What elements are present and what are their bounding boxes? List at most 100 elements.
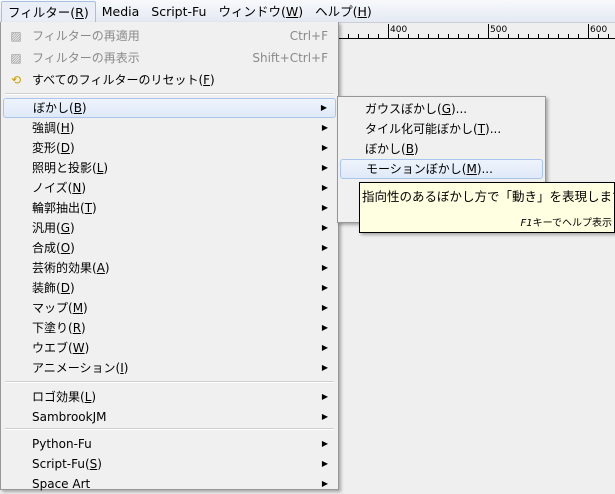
- menu-item[interactable]: Script-Fu(S) ▶: [3, 454, 336, 474]
- menu-item[interactable]: タイル化可能ぼかし(T)...: [340, 119, 543, 139]
- menu-item[interactable]: 照明と投影(L) ▶: [3, 158, 336, 178]
- ruler-tick: [518, 34, 519, 38]
- shortcut: Ctrl+F: [289, 29, 328, 43]
- item-label: モーションぼかし(: [366, 162, 467, 176]
- submenu-arrow-icon: ▶: [321, 243, 328, 252]
- mnemonic-key: G: [60, 221, 70, 235]
- menu-item[interactable]: 下塗り(R) ▶: [3, 318, 336, 338]
- submenu-arrow-icon: ▶: [321, 323, 328, 332]
- menu-item[interactable]: 芸術的効果(A) ▶: [3, 258, 336, 278]
- menu-item[interactable]: 変形(D) ▶: [3, 138, 336, 158]
- shortcut: Shift+Ctrl+F: [252, 51, 328, 65]
- menu-item[interactable]: ノイズ(N) ▶: [3, 178, 336, 198]
- menu-item[interactable]: ぼかし(B) ▶: [3, 98, 336, 118]
- item-label-end: ): [81, 101, 87, 115]
- item-label-end: ): [298, 3, 304, 19]
- menubar-item-3[interactable]: ウィンドウ(W): [212, 1, 309, 22]
- menubar-item-2[interactable]: Script-Fu: [145, 1, 212, 22]
- menu-item[interactable]: 強調(H) ▶: [3, 118, 336, 138]
- item-label-end: ): [97, 457, 102, 471]
- menu-item[interactable]: 汎用(G) ▶: [3, 218, 336, 238]
- mnemonic-key: M: [72, 301, 84, 315]
- submenu-arrow-icon: ▶: [321, 412, 328, 421]
- menubar-item-0[interactable]: フィルター(R): [1, 0, 96, 22]
- menu-item[interactable]: 輪郭抽出(T) ▶: [3, 198, 336, 218]
- ruler-tick: [508, 34, 509, 38]
- mnemonic-key: B: [405, 142, 414, 156]
- menu-item[interactable]: 装飾(D) ▶: [3, 278, 336, 298]
- menu-item[interactable]: モーションぼかし(M)...: [340, 159, 543, 179]
- item-label: ノイズ(: [32, 181, 73, 195]
- ruler-tick: [378, 34, 379, 38]
- item-label-end: ): [123, 361, 129, 375]
- filters-menu: ▨ フィルターの再適用 Ctrl+F ▨ フィルターの再表示 Shift+Ctrl+F ⟲ す…: [0, 22, 339, 491]
- ruler-tick: [458, 34, 459, 38]
- ruler-tick: [478, 34, 479, 38]
- item-label-end: ): [69, 281, 75, 295]
- mnemonic-key: D: [60, 141, 70, 155]
- submenu-arrow-icon: ▶: [321, 223, 328, 232]
- item-label: マップ(: [32, 301, 73, 315]
- item-label: ぼかし(: [365, 142, 406, 156]
- item-label: 芸術的効果(: [32, 261, 97, 275]
- item-label: Space Art: [32, 477, 91, 491]
- menu-item[interactable]: 合成(O) ▶: [3, 238, 336, 258]
- ruler-tick: [558, 34, 559, 38]
- item-label: ぼかし(: [33, 101, 74, 115]
- menu-separator: [5, 381, 334, 383]
- ruler-tick: [568, 34, 569, 38]
- menu-item[interactable]: ガウスぼかし(G)...: [340, 99, 543, 119]
- ruler-label: 500: [490, 25, 508, 35]
- item-label: 輪郭抽出(: [32, 201, 85, 215]
- mnemonic-key: D: [60, 281, 70, 295]
- item-label: アニメーション(: [32, 361, 121, 375]
- item-label-end: ): [210, 73, 215, 87]
- item-label: ウエブ(: [32, 341, 73, 355]
- item-label-end: ): [81, 181, 86, 195]
- ruler-tick: [608, 34, 609, 38]
- menu-item[interactable]: ロゴ効果(L) ▶: [3, 387, 336, 407]
- submenu-arrow-icon: ▶: [320, 103, 327, 112]
- mnemonic-key: W: [285, 3, 299, 19]
- item-label: フィルターの再適用: [32, 29, 140, 43]
- item-label-end: ): [413, 142, 419, 156]
- item-label-end: ): [69, 121, 75, 135]
- menu-item[interactable]: アニメーション(I) ▶: [3, 358, 336, 378]
- menu-separator: [5, 428, 334, 430]
- reshow-filter-icon: ▨: [10, 51, 22, 65]
- ruler-tick: [388, 24, 389, 38]
- item-label-end: )...: [451, 102, 468, 116]
- ruler-tick: [488, 24, 489, 38]
- item-label: 汎用(: [32, 221, 61, 235]
- menu-item[interactable]: ▨ フィルターの再適用 Ctrl+F: [3, 26, 336, 46]
- mnemonic-key: R: [75, 4, 84, 20]
- menu-item[interactable]: マップ(M) ▶: [3, 298, 336, 318]
- submenu-arrow-icon: ▶: [321, 283, 328, 292]
- item-label: Python-Fu: [32, 437, 92, 451]
- menu-item[interactable]: SambrookJM ▶: [3, 407, 336, 427]
- menubar-item-4[interactable]: ヘルプ(H): [309, 1, 378, 22]
- item-label: Script-Fu: [151, 3, 207, 19]
- menu-item[interactable]: ▨ フィルターの再表示 Shift+Ctrl+F: [3, 48, 336, 68]
- submenu-arrow-icon: ▶: [321, 303, 328, 312]
- menu-item[interactable]: Python-Fu ▶: [3, 434, 336, 454]
- ruler-tick: [368, 34, 369, 38]
- menu-item[interactable]: ⟲ すべてのフィルターのリセット(F): [3, 70, 336, 90]
- item-label-end: ): [83, 301, 88, 315]
- ruler-tick: [348, 34, 349, 38]
- submenu-arrow-icon: ▶: [321, 439, 328, 448]
- reset-filters-icon: ⟲: [10, 73, 22, 87]
- ruler-tick: [588, 24, 589, 38]
- item-label-end: ): [70, 241, 75, 255]
- ruler-tick: [578, 34, 579, 38]
- ruler-label: 400: [390, 25, 408, 35]
- submenu-arrow-icon: ▶: [321, 363, 328, 372]
- menu-item[interactable]: ぼかし(B): [340, 139, 543, 159]
- ruler-tick: [438, 34, 439, 38]
- menu-item[interactable]: ウエブ(W) ▶: [3, 338, 336, 358]
- menu-item[interactable]: Space Art ▶: [3, 474, 336, 494]
- mnemonic-key: T: [477, 122, 486, 136]
- submenu-arrow-icon: ▶: [321, 392, 328, 401]
- submenu-arrow-icon: ▶: [321, 459, 328, 468]
- menubar-item-1[interactable]: Media: [96, 1, 146, 22]
